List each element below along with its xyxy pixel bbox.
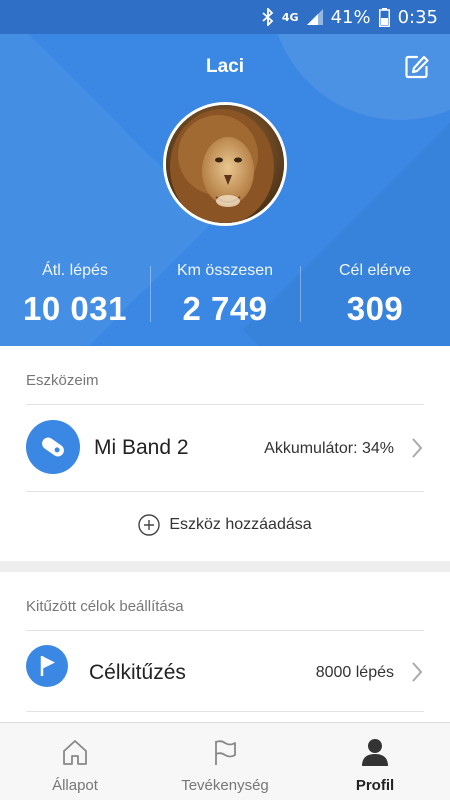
bluetooth-icon <box>262 8 274 26</box>
status-bar: 4G 41% 0:35 <box>0 0 450 34</box>
bottom-nav: Állapot Tevékenység Profil <box>0 722 450 800</box>
edit-icon[interactable] <box>404 54 430 80</box>
nav-tab-activity[interactable]: Tevékenység <box>150 723 300 800</box>
stats-row: Átl. lépés 10 031 Km összesen 2 749 Cél … <box>0 262 450 328</box>
battery-icon <box>378 7 390 27</box>
stat-value: 10 031 <box>23 290 127 327</box>
battery-percent: 41% <box>330 6 371 28</box>
device-row-mi-band[interactable]: Mi Band 2 Akkumulátor: 34% <box>0 405 450 491</box>
profile-header: Laci Átl. lépés 10 031 Km összesen 2 749… <box>0 0 450 346</box>
nav-label: Tevékenység <box>181 777 269 794</box>
stat-value: 309 <box>346 290 404 327</box>
nav-tab-status[interactable]: Állapot <box>0 723 150 800</box>
plus-circle-icon <box>138 514 161 536</box>
goal-name: Célkitűzés <box>89 661 186 684</box>
goals-section-title: Kitűzött célok beállítása <box>26 598 184 615</box>
user-name: Laci <box>205 56 245 77</box>
person-icon <box>360 737 390 767</box>
chevron-right-icon <box>410 437 424 459</box>
stat-avg-steps: Átl. lépés 10 031 <box>0 262 150 328</box>
lion-avatar <box>166 105 284 223</box>
nav-tab-profile[interactable]: Profil <box>300 723 450 800</box>
network-type: 4G <box>281 10 299 24</box>
stat-label: Cél elérve <box>338 262 412 279</box>
devices-card: Eszközeim Mi Band 2 Akkumulátor: 34% Esz… <box>0 346 450 561</box>
band-icon <box>26 420 80 474</box>
flag-circle-icon <box>26 645 68 687</box>
devices-section-title: Eszközeim <box>26 372 99 389</box>
add-device-label: Eszköz hozzáadása <box>169 516 312 533</box>
clock: 0:35 <box>397 6 438 28</box>
stat-goals-reached: Cél elérve 309 <box>300 262 450 328</box>
goal-value: 8000 lépés <box>315 664 394 681</box>
nav-label: Profil <box>355 777 395 794</box>
stat-total-km: Km összesen 2 749 <box>150 262 300 328</box>
add-device-button[interactable]: Eszköz hozzáadása <box>0 514 450 536</box>
battery-status: Akkumulátor: 34% <box>264 440 394 457</box>
divider <box>26 491 424 492</box>
device-name: Mi Band 2 <box>94 436 189 459</box>
signal-icon <box>306 9 323 25</box>
goals-card: Kitűzött célok beállítása Célkitűzés 800… <box>0 572 450 724</box>
chevron-right-icon <box>410 661 424 683</box>
stat-label: Átl. lépés <box>42 262 108 279</box>
stat-label: Km összesen <box>176 262 274 279</box>
flag-icon <box>210 737 240 767</box>
stat-value: 2 749 <box>182 290 268 327</box>
home-icon <box>60 737 90 767</box>
divider <box>26 711 424 712</box>
goal-row[interactable]: Célkitűzés 8000 lépés <box>0 631 450 711</box>
nav-label: Állapot <box>52 777 98 794</box>
avatar[interactable] <box>163 102 287 226</box>
